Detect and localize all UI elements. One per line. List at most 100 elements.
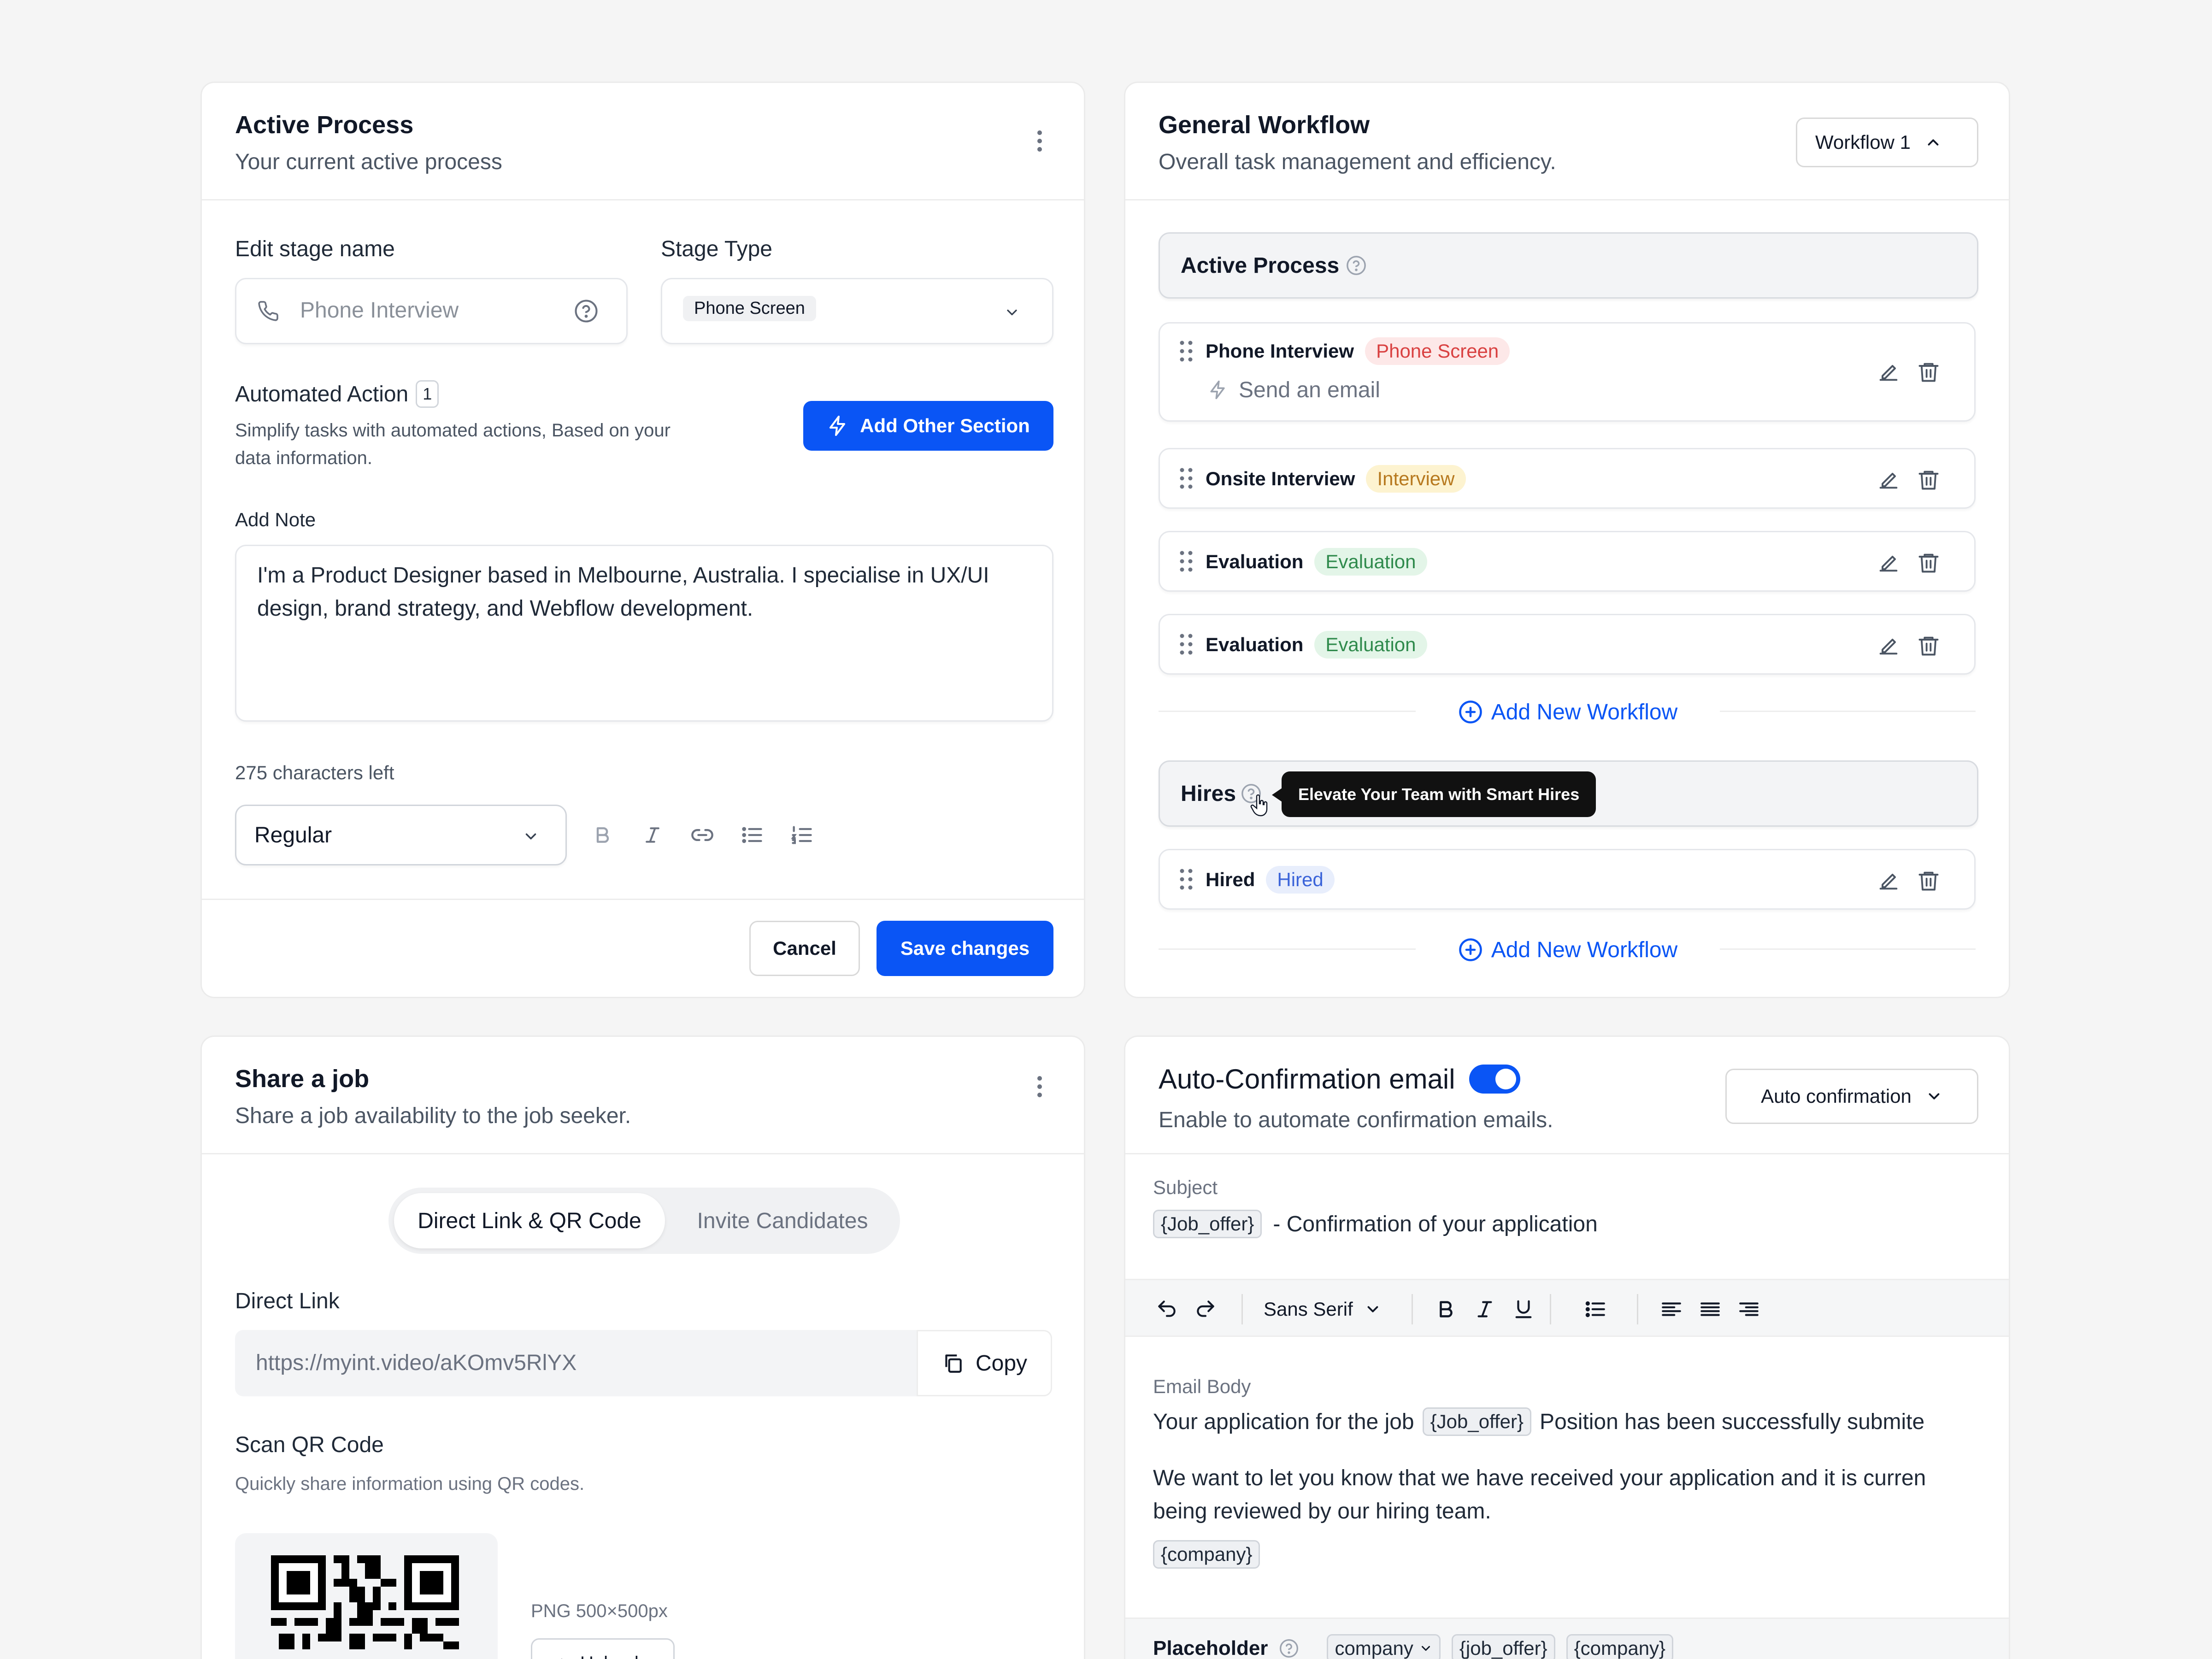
drag-handle-icon[interactable] (1179, 550, 1193, 572)
stage-tag: Interview (1366, 465, 1466, 493)
chevron-down-icon (1925, 1088, 1943, 1105)
font-style-select[interactable]: Regular (235, 805, 567, 865)
stage-row-evaluation[interactable]: Evaluation Evaluation (1159, 614, 1976, 675)
tooltip: Elevate Your Team with Smart Hires (1282, 771, 1596, 817)
placeholder-label: Placeholder (1153, 1637, 1268, 1659)
tab-label: Direct Link & QR Code (418, 1208, 641, 1233)
chevron-down-icon (1367, 1306, 1378, 1312)
card-title: Active Process (235, 111, 414, 139)
edit-icon[interactable] (1875, 867, 1902, 894)
stage-row-phone-interview[interactable]: Phone Interview Phone Screen Send an ema… (1159, 322, 1976, 422)
add-new-workflow-button[interactable]: Add New Workflow (1416, 694, 1720, 730)
subject-label: Subject (1153, 1177, 1218, 1198)
add-other-section-label: Add Other Section (860, 415, 1030, 436)
copy-label: Copy (975, 1351, 1028, 1376)
bullet-list-icon[interactable] (738, 821, 766, 849)
italic-icon[interactable] (1471, 1295, 1499, 1323)
drag-handle-icon[interactable] (1179, 340, 1193, 362)
numbered-list-icon[interactable] (788, 821, 816, 849)
placeholder-tag[interactable]: {job_offer} (1451, 1634, 1555, 1659)
company-tag[interactable]: {company} (1153, 1540, 1260, 1569)
stage-tag: Evaluation (1314, 548, 1427, 576)
body-text: Your application for the job (1153, 1409, 1414, 1434)
toggle-knob (1495, 1069, 1516, 1089)
tab-invite-candidates[interactable]: Invite Candidates (671, 1193, 894, 1248)
add-new-workflow-label: Add New Workflow (1491, 700, 1678, 724)
trash-icon[interactable] (1915, 549, 1942, 577)
auto-confirmation-card: Auto-Confirmation email Enable to automa… (1124, 1035, 2010, 1659)
link-value: https://myint.video/aKOmv5RlYX (256, 1351, 577, 1375)
stage-type-select[interactable]: Phone Screen (661, 278, 1053, 344)
more-vertical-icon[interactable] (1029, 1073, 1051, 1100)
help-circle-icon[interactable] (1345, 254, 1367, 276)
trash-icon[interactable] (1915, 632, 1942, 659)
add-note-label: Add Note (235, 509, 316, 530)
add-new-workflow-button[interactable]: Add New Workflow (1416, 932, 1720, 968)
drag-handle-icon[interactable] (1179, 868, 1193, 890)
trash-icon[interactable] (1915, 358, 1942, 386)
bullet-list-icon[interactable] (1582, 1295, 1609, 1323)
help-circle-icon[interactable] (1279, 1638, 1299, 1659)
stage-row-onsite-interview[interactable]: Onsite Interview Interview (1159, 448, 1976, 509)
align-left-icon[interactable] (1658, 1295, 1685, 1323)
edit-icon[interactable] (1875, 358, 1902, 386)
edit-icon[interactable] (1875, 549, 1902, 577)
mode-select[interactable]: Auto confirmation (1725, 1069, 1978, 1124)
card-subtitle: Your current active process (235, 150, 502, 174)
copy-button[interactable]: Copy (917, 1330, 1052, 1396)
add-other-section-button[interactable]: Add Other Section (803, 401, 1053, 451)
qr-label: Scan QR Code (235, 1433, 384, 1457)
tab-switcher: Direct Link & QR Code Invite Candidates (388, 1188, 900, 1254)
more-vertical-icon[interactable] (1029, 127, 1051, 155)
placeholder-select[interactable]: company (1327, 1634, 1441, 1659)
copy-icon (941, 1352, 965, 1375)
font-family-select[interactable]: Sans Serif (1264, 1295, 1382, 1323)
upload-button[interactable]: Upload (531, 1638, 675, 1659)
align-right-icon[interactable] (1735, 1295, 1763, 1323)
toggle-switch[interactable] (1469, 1065, 1520, 1094)
bold-icon[interactable] (1432, 1295, 1460, 1323)
edit-icon[interactable] (1875, 632, 1902, 659)
link-icon[interactable] (688, 821, 716, 849)
subject-tag[interactable]: {Job_offer} (1153, 1210, 1262, 1238)
share-job-card: Share a job Share a job availability to … (200, 1035, 1085, 1659)
chevron-up-icon (1924, 134, 1942, 151)
workflow-select[interactable]: Workflow 1 (1796, 118, 1978, 167)
job-offer-tag[interactable]: {Job_offer} (1422, 1407, 1532, 1436)
save-changes-button[interactable]: Save changes (877, 921, 1053, 976)
stage-name: Evaluation (1206, 551, 1304, 572)
upload-label: Upload (580, 1653, 639, 1659)
italic-icon[interactable] (639, 821, 666, 849)
edit-icon[interactable] (1875, 466, 1902, 494)
underline-icon[interactable] (1510, 1295, 1537, 1323)
card-subtitle: Share a job availability to the job seek… (235, 1104, 631, 1128)
trash-icon[interactable] (1915, 867, 1942, 894)
direct-link-field[interactable]: https://myint.video/aKOmv5RlYX Copy (235, 1330, 1052, 1396)
trash-icon[interactable] (1915, 466, 1942, 494)
tab-direct-link[interactable]: Direct Link & QR Code (394, 1193, 665, 1248)
email-body-label: Email Body (1153, 1376, 1251, 1397)
stage-row-hired[interactable]: Hired Hired (1159, 849, 1976, 910)
placeholder-tag[interactable]: {company} (1566, 1634, 1674, 1659)
drag-handle-icon[interactable] (1179, 467, 1193, 489)
plus-circle-icon (1458, 700, 1483, 724)
stage-row-evaluation[interactable]: Evaluation Evaluation (1159, 531, 1976, 592)
cancel-button[interactable]: Cancel (749, 921, 860, 976)
group-title: Hires (1181, 782, 1236, 806)
chars-left: 275 characters left (235, 762, 394, 783)
drag-handle-icon[interactable] (1179, 633, 1193, 655)
align-justify-icon[interactable] (1696, 1295, 1724, 1323)
help-circle-icon[interactable] (574, 299, 599, 324)
stage-name: Evaluation (1206, 634, 1304, 655)
stage-type-label: Stage Type (661, 237, 772, 261)
bold-icon[interactable] (589, 821, 617, 849)
redo-icon[interactable] (1192, 1295, 1219, 1323)
card-subtitle: Enable to automate confirmation emails. (1159, 1108, 1553, 1132)
stage-name: Phone Interview (1206, 340, 1354, 362)
undo-icon[interactable] (1153, 1295, 1181, 1323)
card-title: Auto-Confirmation email (1159, 1064, 1455, 1094)
qr-format: PNG 500×500px (531, 1601, 668, 1621)
stage-name-input[interactable]: Phone Interview (235, 278, 628, 344)
note-textarea[interactable]: I'm a Product Designer based in Melbourn… (235, 545, 1053, 722)
stage-tag: Hired (1266, 866, 1335, 894)
